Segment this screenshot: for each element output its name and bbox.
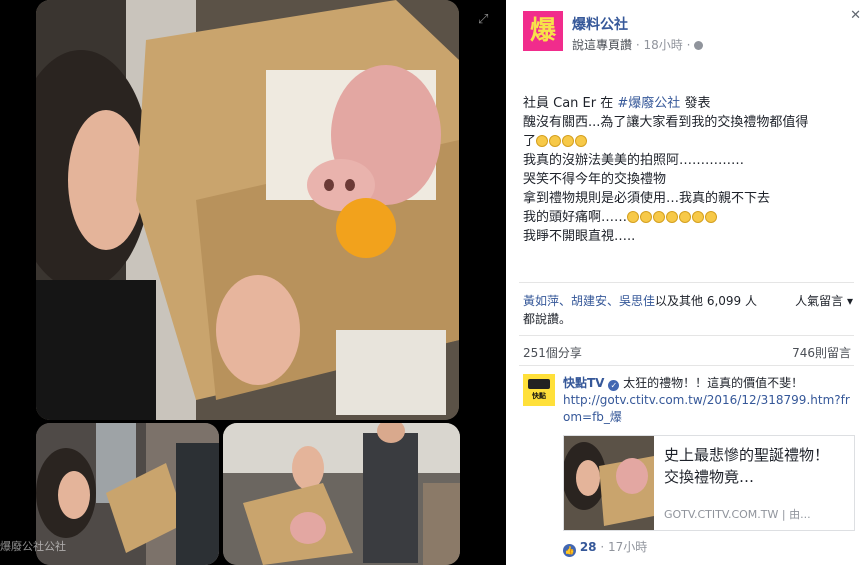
liker-suffix: 都說讚。 (523, 312, 572, 326)
like-summary: 黃如萍、胡建安、吳思佳以及其他 6,099 人 都說讚。 (523, 292, 773, 328)
avatar-logo: 爆 (529, 16, 556, 46)
post-text: 社員 Can Er 在 #爆廢公社 發表 醜沒有關西...為了讓大家看到我的交換… (523, 94, 853, 246)
divider (519, 365, 854, 366)
page-name[interactable]: 爆料公社 (572, 14, 628, 34)
emoji-icon (653, 211, 666, 223)
comment-count[interactable]: 746則留言 (792, 344, 851, 361)
liker-others[interactable]: 以及其他 6,099 人 (655, 294, 757, 308)
post-panel: ✕ 爆 爆料公社 說這專頁讚 · 18小時 · 社員 Can Er 在 #爆廢公… (506, 0, 867, 565)
emoji-icon (562, 135, 575, 147)
post-line: 拿到禮物規則是必須使用…我真的親不下去 (523, 191, 771, 206)
comment-body: 快點TV ✓ 太狂的禮物！！這真的價值不斐！ http://gotv.ctitv… (563, 375, 853, 426)
emoji-icon (640, 211, 653, 223)
emoji-icon (627, 211, 640, 223)
post-line: 我睜不開眼直視….. (523, 229, 636, 244)
emoji-icon (549, 135, 562, 147)
divider (519, 282, 854, 283)
liker-names[interactable]: 黃如萍、胡建安、吳思佳 (523, 294, 655, 308)
watermark: 爆廢公社公社 (0, 540, 66, 553)
link-preview-title: 史上最悲慘的聖誕禮物！ 交換禮物竟… (664, 446, 845, 486)
comment-time[interactable]: 17小時 (608, 540, 647, 554)
emoji-icon (666, 211, 679, 223)
emoji-icon (679, 211, 692, 223)
post-author-end: 發表 (684, 96, 711, 111)
group-link[interactable]: #爆廢公社 (617, 96, 680, 111)
comment-sort-dropdown[interactable]: 人氣留言 ▾ (795, 292, 853, 309)
post-meta: 說這專頁讚 · 18小時 · (572, 36, 704, 53)
verified-icon: ✓ (608, 380, 620, 391)
comment-like-count[interactable]: 28 (580, 540, 597, 554)
photo-viewer: ⤢ 爆廢公社公社 (0, 0, 506, 565)
close-icon[interactable]: ✕ (850, 8, 861, 23)
shared-by[interactable]: 說這專頁讚 (572, 38, 632, 52)
page-avatar[interactable]: 爆 (523, 11, 563, 51)
link-preview-card[interactable]: 史上最悲慘的聖誕禮物！ 交換禮物竟… GOTV.CTITV.COM.TW | 由… (563, 435, 855, 531)
comment-link[interactable]: http://gotv.ctitv.com.tw/2016/12/318799.… (563, 393, 850, 424)
expand-icon[interactable]: ⤢ (478, 12, 488, 27)
globe-icon (694, 41, 704, 50)
emoji-icon (536, 135, 549, 147)
commenter-avatar[interactable]: 快點 (523, 374, 555, 406)
link-preview-image (564, 436, 654, 530)
link-preview-domain: GOTV.CTITV.COM.TW | 由... (664, 508, 811, 521)
post-line: 我真的沒辦法美美的拍照阿…………… (523, 153, 745, 168)
emoji-icon (705, 211, 718, 223)
comment-text: 太狂的禮物！！這真的價值不斐！ (623, 376, 804, 390)
post-time[interactable]: 18小時 (643, 38, 682, 52)
post-line-emoji: 了 (523, 132, 853, 151)
post-line: 醜沒有關西...為了讓大家看到我的交換禮物都值得 (523, 115, 809, 130)
divider (519, 335, 854, 336)
comment-author[interactable]: 快點TV (563, 376, 604, 390)
thumbnail-photo-2[interactable] (223, 423, 460, 565)
emoji-icon (575, 135, 588, 147)
post-line-emoji: 我的頭好痛啊…… (523, 208, 853, 227)
post-author-line: 社員 Can Er 在 (523, 96, 614, 111)
comment-reactions: 👍 28 · 17小時 (563, 540, 648, 557)
post-line: 哭笑不得今年的交換禮物 (523, 172, 667, 187)
emoji-icon (692, 211, 705, 223)
like-icon: 👍 (563, 544, 576, 557)
share-count[interactable]: 251個分享 (523, 344, 582, 361)
main-photo[interactable] (36, 0, 459, 420)
